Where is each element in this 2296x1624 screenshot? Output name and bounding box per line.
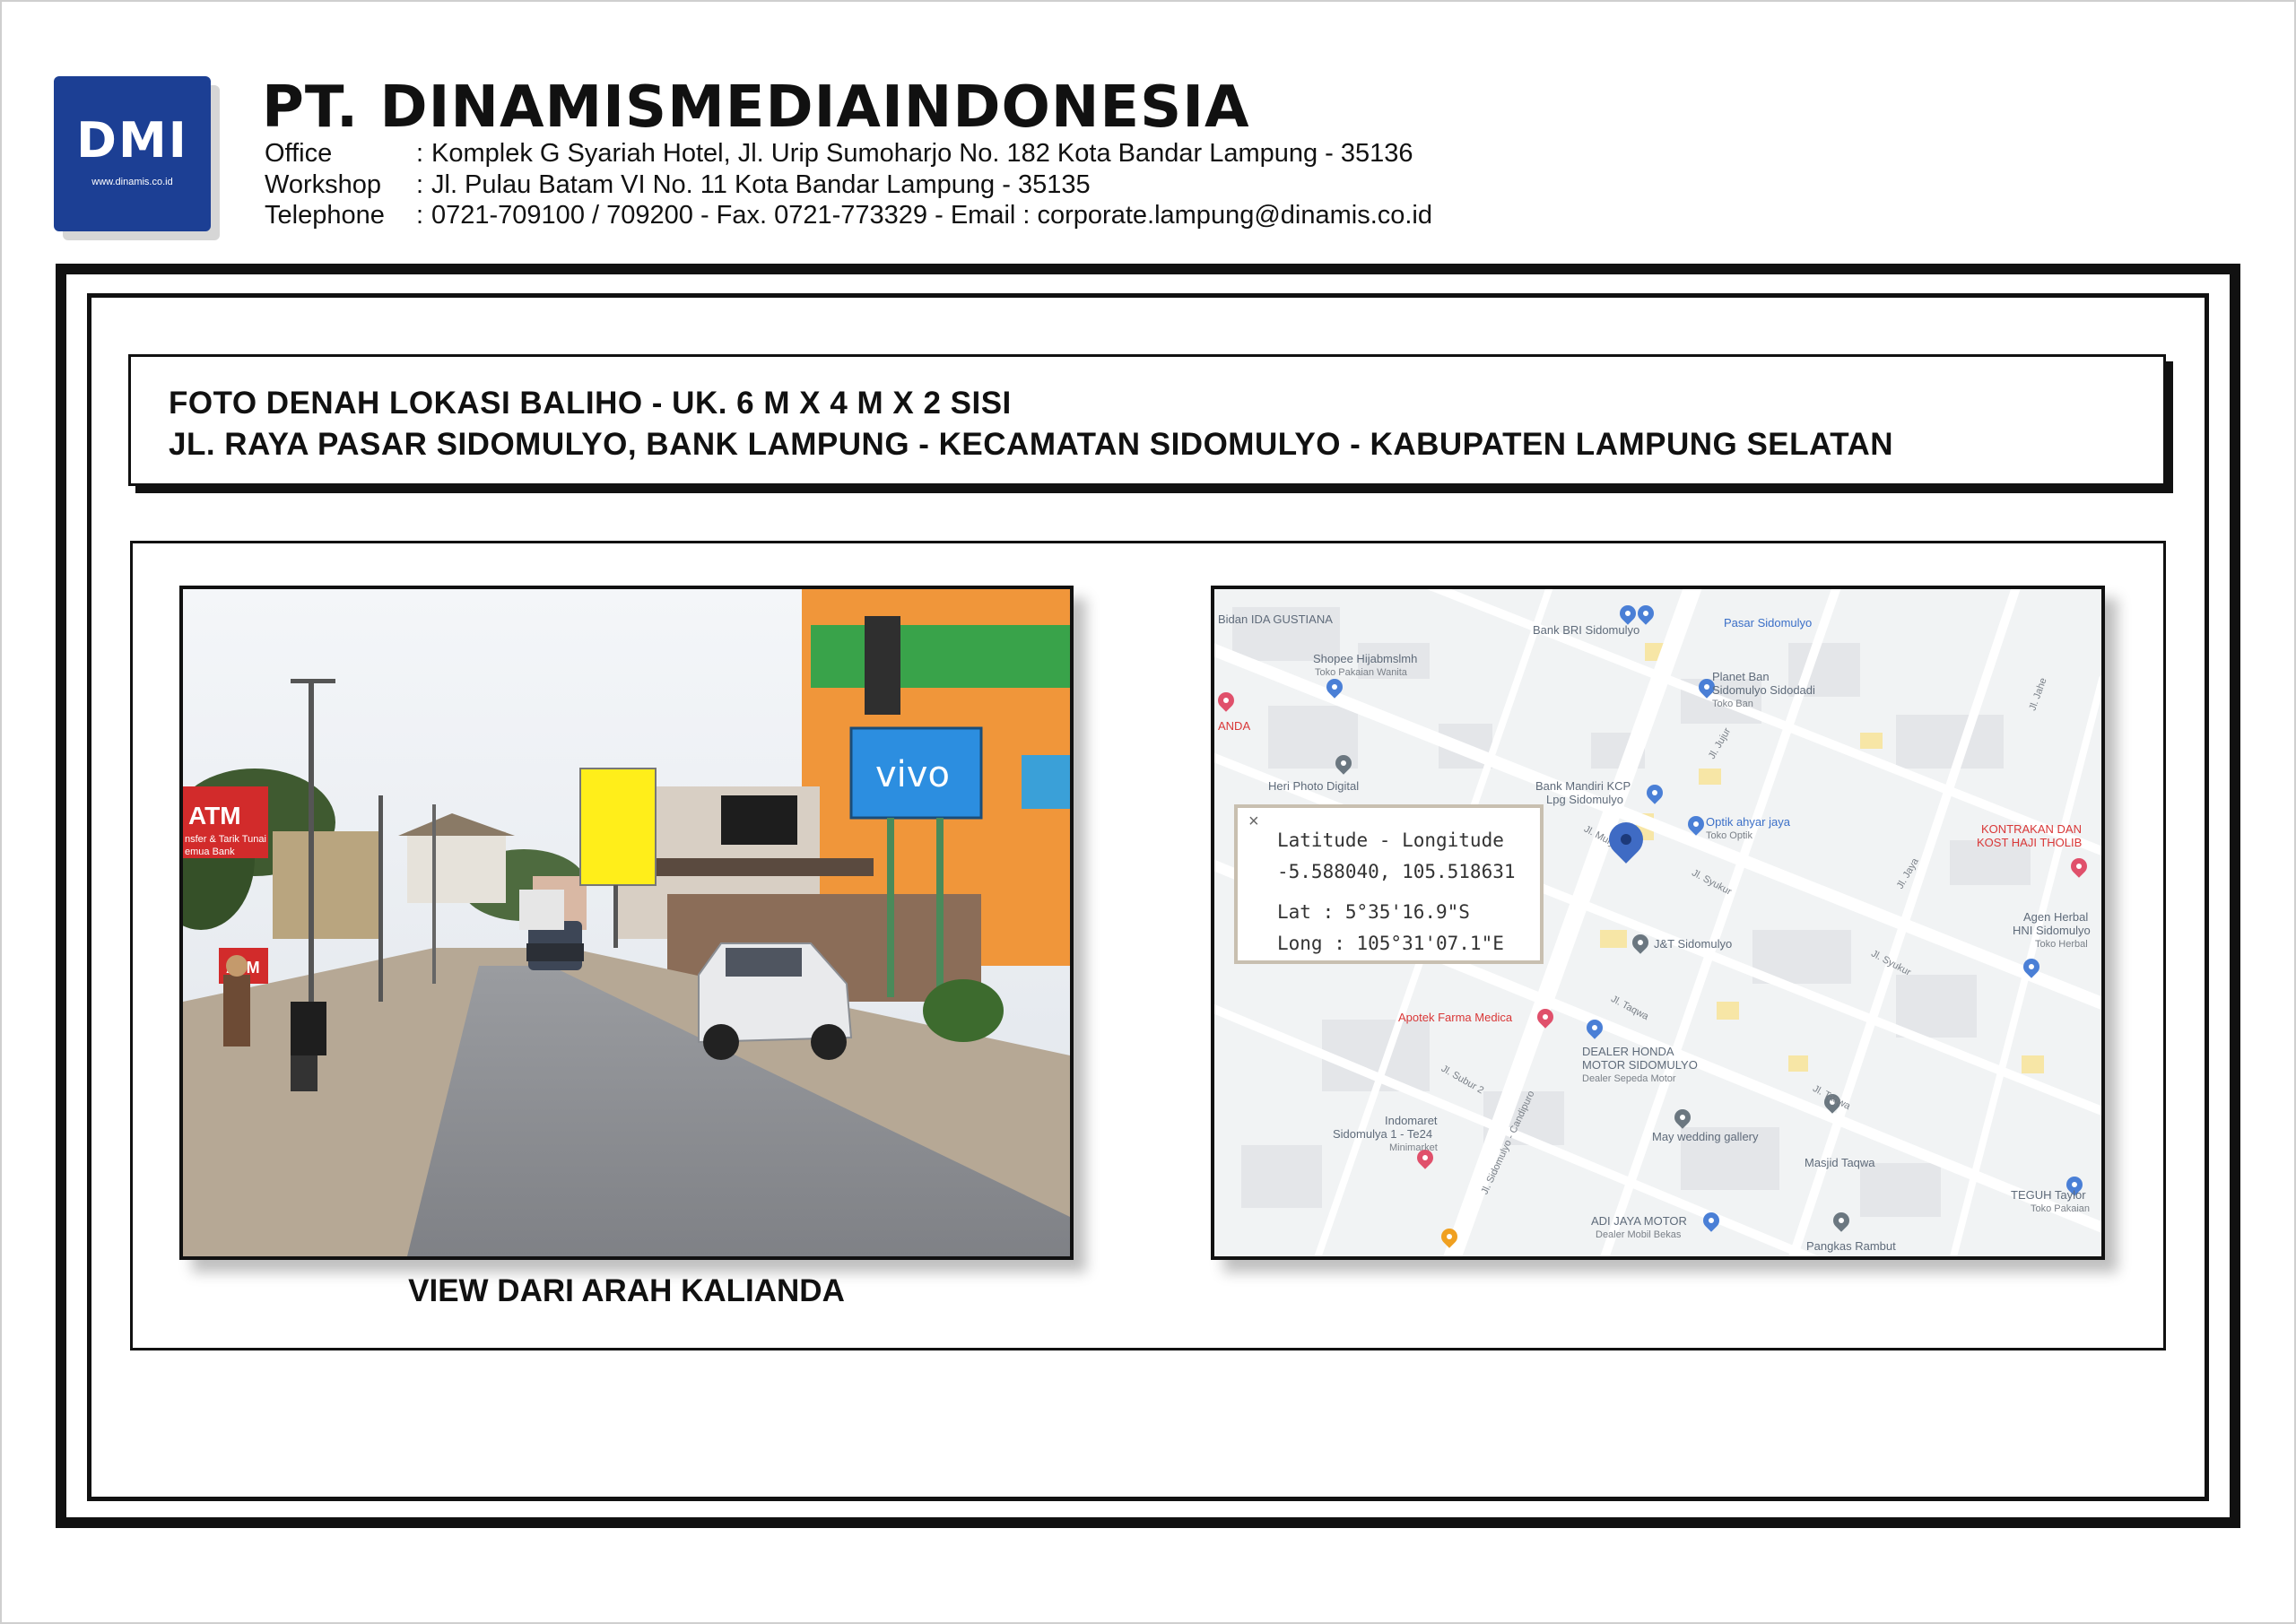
map-label: ANDA [1218,719,1251,733]
street-scene: ATM nsfer & Tarik Tunai emua Bank ATM vi… [183,589,1070,1256]
office-row: Office: Komplek G Syariah Hotel, Jl. Urip… [265,138,1413,169]
telephone-label: Telephone [265,201,385,230]
map-label: Toko Herbal [2035,939,2088,950]
map-label: Bank BRI Sidomulyo [1533,623,1640,637]
map-label: Dealer Sepeda Motor [1582,1073,1676,1084]
map-label: Indomaret [1385,1114,1438,1127]
map-label: Toko Ban [1712,699,1753,709]
coord-decimal: -5.588040, 105.518631 [1277,861,1516,882]
workshop-address: Jl. Pulau Batam VI No. 11 Kota Bandar La… [431,170,1091,199]
telephone-row: Telephone:0721-709100 / 709200 - Fax. 07… [265,200,1432,230]
separator: : [415,201,424,230]
map-label: TEGUH Taylor [2011,1188,2086,1202]
map-label: Toko Optik [1706,830,1752,841]
map-label: Sidomulyo Sidodadi [1712,683,1815,697]
telephone-value: 0721-709100 / 709200 - Fax. 0721-773329 … [431,201,1433,230]
map-label: Apotek Farma Medica [1398,1011,1513,1024]
workshop-label: Workshop [265,170,382,199]
map-label: Sidomulya 1 - Te24 [1333,1127,1433,1141]
coord-heading: Latitude - Longitude [1277,829,1504,851]
logo-url: www.dinamis.co.id [91,177,173,187]
map-label: May wedding gallery [1652,1130,1759,1143]
workshop-row: Workshop: Jl. Pulau Batam VI No. 11 Kota … [265,169,1091,200]
coord-longitude: Long : 105°31'07.1"E [1277,933,1504,954]
atm-sign-bank: emua Bank [185,847,235,857]
map-label: Bank Mandiri KCP [1535,779,1631,793]
map-label: Masjid Taqwa [1805,1156,1875,1169]
office-label: Office [265,139,333,168]
location-photo: ATM nsfer & Tarik Tunai emua Bank ATM vi… [179,586,1074,1260]
map-label: Toko Pakaian [2031,1203,2091,1214]
map-label: Heri Photo Digital [1268,779,1360,793]
map-label: Toko Pakaian Wanita [1315,667,1407,678]
office-address: Komplek G Syariah Hotel, Jl. Urip Sumoha… [431,139,1413,168]
title-line-2: JL. RAYA PASAR SIDOMULYO, BANK LAMPUNG -… [169,427,1894,462]
title-box: FOTO DENAH LOKASI BALIHO - UK. 6 M X 4 M… [128,354,2166,486]
company-logo: DMI www.dinamis.co.id [54,76,211,231]
map-label: Shopee Hijabmslmh [1313,652,1418,665]
photo-caption: VIEW DARI ARAH KALIANDA [408,1273,845,1308]
coord-latitude: Lat : 5°35'16.9"S [1277,901,1470,923]
logo-text: DMI [76,112,188,169]
map-label: DEALER HONDA [1582,1045,1674,1058]
map-label: Dealer Mobil Bekas [1596,1229,1682,1240]
map-label: ADI JAYA MOTOR [1591,1214,1687,1228]
separator: : [415,139,424,168]
map-label: Pangkas Rambut [1806,1239,1896,1253]
map-label: Minimarket [1389,1142,1438,1153]
atm-sign-text: ATM [188,802,241,829]
separator: : [415,170,424,199]
map-label: Pasar Sidomulyo [1724,616,1813,630]
location-map: Bidan IDA GUSTIANA Bank BRI Sidomulyo Pa… [1211,586,2105,1260]
map-label: Lpg Sidomulyo [1546,793,1623,806]
map-label: MOTOR SIDOMULYO [1582,1058,1698,1072]
map-label: HNI Sidomulyo [2013,924,2091,937]
vivo-sign-text: vivo [875,754,950,795]
close-icon[interactable]: × [1248,812,1259,832]
company-name: PT. DINAMISMEDIAINDONESIA [262,74,1250,141]
map-label: Bidan IDA GUSTIANA [1218,612,1333,626]
map-label: Planet Ban [1712,670,1770,683]
title-line-1: FOTO DENAH LOKASI BALIHO - UK. 6 M X 4 M… [169,386,1012,421]
map-label: Agen Herbal [2023,910,2089,924]
map-label: KONTRAKAN DAN [1981,822,2082,836]
map-label: KOST HAJI THOLIB [1977,836,2083,849]
coordinates-card: × Latitude - Longitude -5.588040, 105.51… [1234,804,1544,964]
map-label: Optik ahyar jaya [1706,815,1790,829]
map-label: J&T Sidomulyo [1654,937,1733,951]
atm-sign-sub: nsfer & Tarik Tunai [185,834,266,845]
